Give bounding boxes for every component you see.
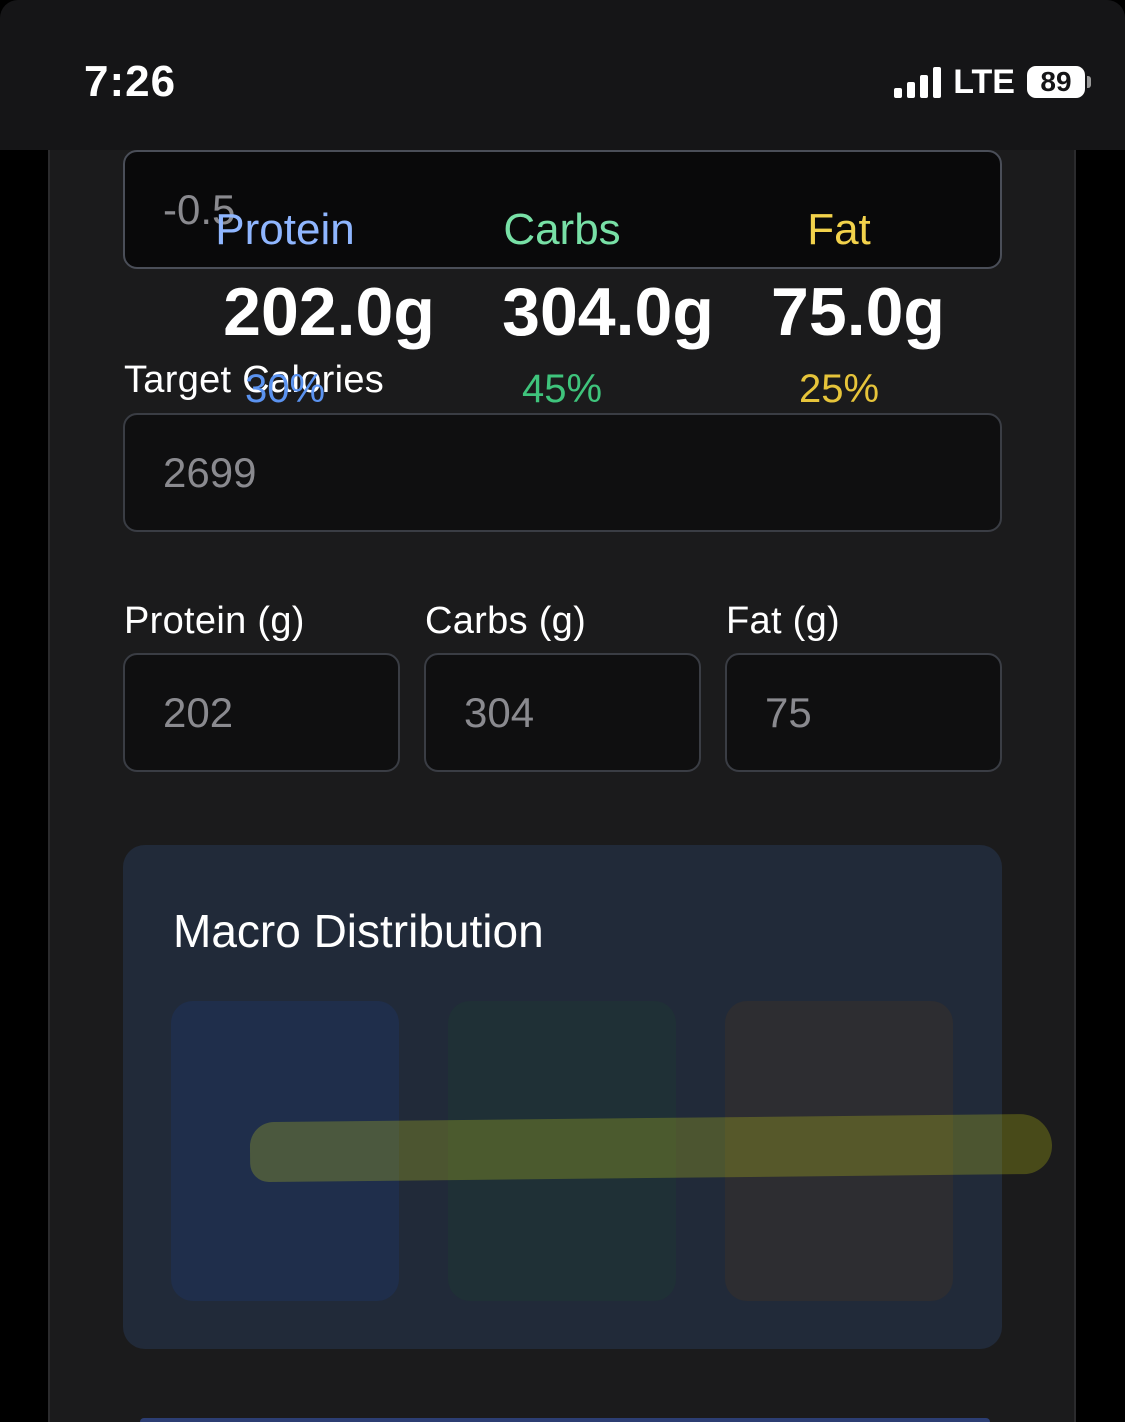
protein-tile — [171, 1001, 399, 1301]
target-calories-input[interactable]: 2699 — [123, 413, 1002, 532]
status-bar: 7:26 LTE 89 — [0, 0, 1125, 150]
fat-grams: 75.0g — [771, 274, 945, 350]
next-button-edge[interactable] — [140, 1418, 990, 1422]
target-calories-value: 2699 — [163, 448, 257, 496]
fat-label: Fat (g) — [726, 600, 841, 642]
battery-level: 89 — [1027, 66, 1085, 98]
carbs-input-value: 304 — [464, 688, 535, 736]
carbs-percent: 45% — [521, 367, 603, 411]
macro-distribution-card: Macro Distribution — [123, 845, 1002, 1349]
network-type: LTE — [953, 63, 1015, 101]
protein-input-value: 202 — [163, 688, 234, 736]
protein-grams: 202.0g — [223, 274, 435, 350]
fat-percent: 25% — [798, 367, 880, 411]
protein-tile-name: Protein — [215, 205, 355, 254]
cellular-signal-icon — [894, 66, 942, 98]
status-indicators: LTE 89 — [894, 62, 1091, 102]
fat-tile-name: Fat — [807, 205, 871, 254]
fat-input-value: 75 — [765, 688, 812, 736]
battery-tip — [1087, 76, 1091, 88]
protein-percent: 30% — [244, 367, 326, 411]
carbs-label: Carbs (g) — [425, 600, 587, 642]
carbs-input[interactable]: 304 — [424, 653, 701, 772]
carbs-grams: 304.0g — [502, 274, 714, 350]
protein-label: Protein (g) — [124, 600, 305, 642]
fat-input[interactable]: 75 — [725, 653, 1002, 772]
protein-input[interactable]: 202 — [123, 653, 400, 772]
macro-distribution-title: Macro Distribution — [173, 905, 544, 957]
carbs-tile — [448, 1001, 676, 1301]
fat-tile — [725, 1001, 953, 1301]
battery-icon: 89 — [1027, 66, 1091, 98]
status-time: 7:26 — [84, 57, 177, 106]
carbs-tile-name: Carbs — [503, 205, 621, 254]
